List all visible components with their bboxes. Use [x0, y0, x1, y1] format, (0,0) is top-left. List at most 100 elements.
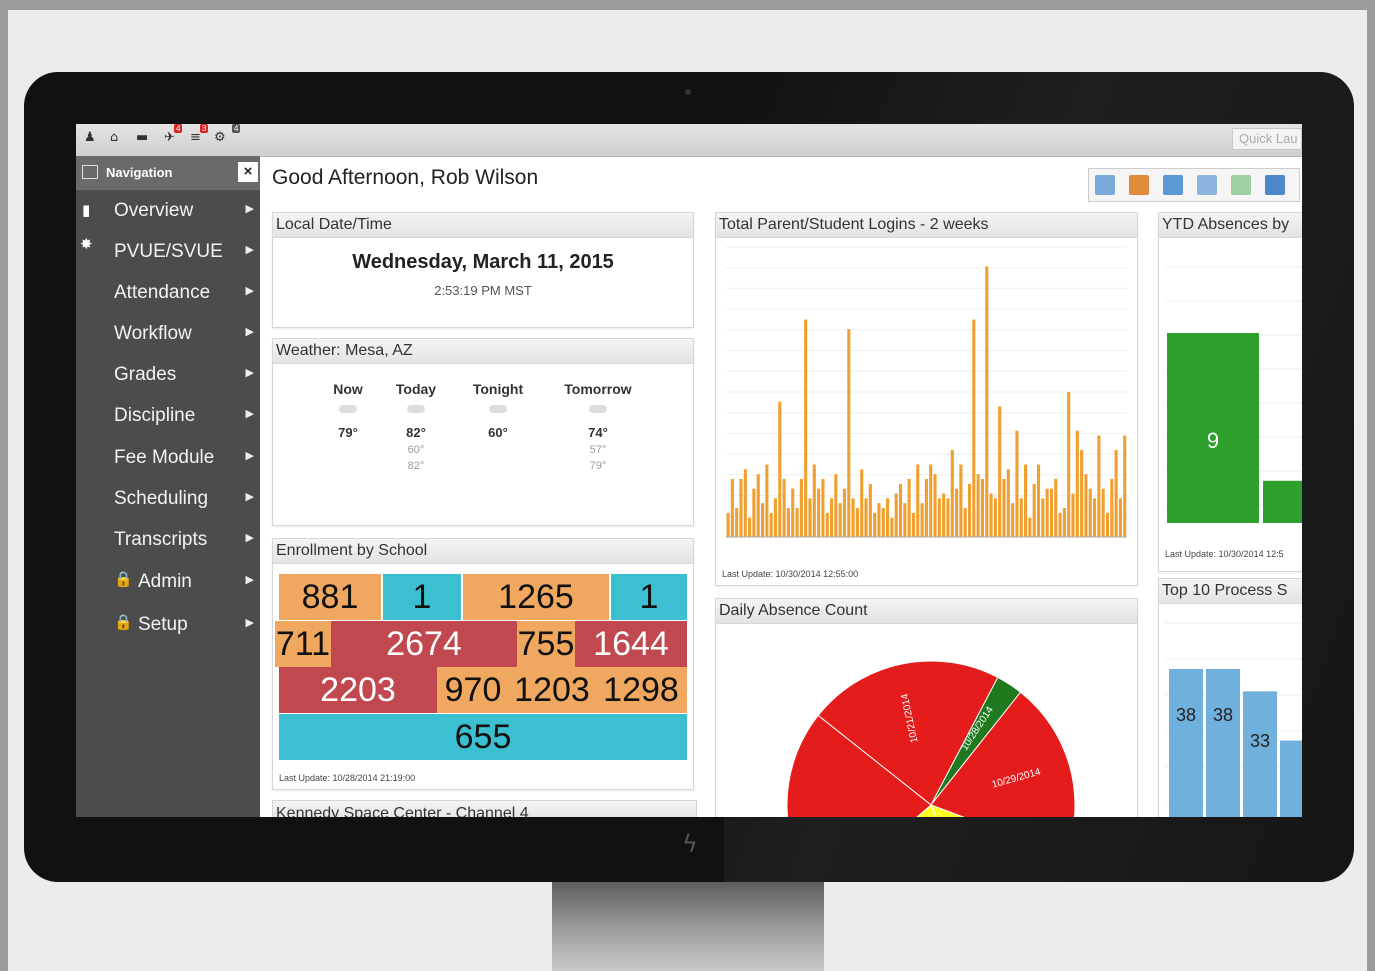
bar[interactable] [1071, 493, 1075, 538]
bar[interactable] [924, 479, 928, 537]
bar[interactable] [864, 498, 868, 537]
bar[interactable] [1093, 498, 1097, 537]
bar[interactable] [838, 503, 842, 537]
treemap-cell[interactable]: 1 [383, 574, 461, 620]
treemap-cell[interactable]: 711 [275, 621, 331, 667]
bar[interactable] [933, 474, 937, 537]
users-icon[interactable] [1129, 175, 1149, 195]
bar[interactable] [769, 512, 773, 537]
sidebar-item-scheduling[interactable]: Scheduling ▶ [76, 480, 260, 518]
bar[interactable] [748, 517, 752, 537]
sidebar-item-attendance[interactable]: Attendance ▶ [76, 274, 260, 312]
bar[interactable] [1032, 483, 1036, 537]
bar[interactable] [756, 474, 760, 537]
bar[interactable] [903, 503, 907, 537]
treemap-cell[interactable]: 881 [279, 574, 381, 620]
bar[interactable] [1024, 464, 1028, 538]
bar[interactable] [1123, 435, 1127, 538]
bar[interactable] [1110, 479, 1114, 537]
bar[interactable] [808, 498, 812, 537]
bar[interactable] [726, 512, 730, 537]
bar[interactable] [1097, 435, 1101, 538]
treemap-cell[interactable]: 970 [437, 667, 509, 713]
bar[interactable] [911, 512, 916, 537]
pin-icon[interactable]: ✈ [164, 130, 175, 145]
chat-icon[interactable]: ▬ [136, 130, 148, 145]
bar[interactable] [916, 464, 920, 538]
treemap-cell[interactable]: 655 [279, 714, 687, 760]
sidebar-item-admin[interactable]: 🔒 Admin ▶ [76, 563, 260, 601]
list-icon[interactable]: ≡ [190, 130, 201, 145]
bar[interactable] [1169, 669, 1203, 817]
sidebar-item-transcripts[interactable]: Transcripts ▶ [76, 521, 260, 559]
bar[interactable] [1006, 469, 1010, 537]
bar[interactable] [993, 498, 997, 537]
bar[interactable] [929, 464, 933, 538]
bar[interactable] [817, 488, 821, 537]
bar[interactable] [834, 474, 838, 537]
bar[interactable] [842, 488, 847, 537]
bar[interactable] [1011, 503, 1015, 537]
bar[interactable] [778, 401, 782, 537]
bar[interactable] [890, 517, 894, 537]
bar[interactable] [894, 493, 898, 538]
bar[interactable] [799, 479, 803, 537]
bar[interactable] [1088, 488, 1092, 537]
bar[interactable] [998, 406, 1002, 538]
user-icon[interactable]: ♟ [84, 130, 96, 145]
treemap-cell[interactable]: 1644 [575, 621, 687, 667]
sidebar-item-workflow[interactable]: Workflow ▶ [76, 315, 260, 353]
bar[interactable] [730, 479, 734, 537]
bar[interactable] [1054, 479, 1058, 537]
bar[interactable] [907, 479, 911, 537]
bar[interactable] [989, 493, 993, 538]
sidebar-item-discipline[interactable]: Discipline ▶ [76, 397, 260, 435]
bar[interactable] [873, 512, 877, 537]
bar[interactable] [920, 503, 924, 537]
group-icon[interactable] [1265, 175, 1285, 195]
bar[interactable] [1075, 430, 1079, 537]
sidebar-item-grades[interactable]: Grades ▶ [76, 356, 260, 394]
bar[interactable] [1105, 512, 1110, 537]
bar[interactable] [980, 479, 985, 537]
bar[interactable] [898, 483, 903, 537]
bar[interactable] [985, 266, 989, 537]
treemap-cell[interactable]: 1 [611, 574, 687, 620]
bar[interactable] [1002, 479, 1006, 537]
bar[interactable] [1019, 498, 1023, 537]
bar[interactable] [877, 503, 881, 537]
sidebar-item-fee-module[interactable]: Fee Module ▶ [76, 439, 260, 477]
bar[interactable] [1114, 450, 1118, 537]
gear-icon[interactable]: ⚙ [214, 130, 226, 145]
calendar-icon[interactable] [1197, 175, 1217, 195]
bar[interactable] [1028, 517, 1032, 537]
bar[interactable] [1080, 450, 1084, 537]
bar[interactable] [1243, 691, 1277, 817]
sidebar-item-setup[interactable]: 🔒 Setup ▶ [76, 606, 260, 644]
bar[interactable] [881, 508, 885, 537]
bar[interactable] [760, 503, 765, 537]
bar[interactable] [1058, 512, 1062, 537]
report-icon[interactable] [1231, 175, 1251, 195]
bar[interactable] [1045, 488, 1049, 537]
bar[interactable] [812, 464, 816, 538]
bar[interactable] [791, 488, 795, 537]
home-icon[interactable]: ⌂ [110, 130, 118, 145]
bar[interactable] [821, 479, 825, 537]
bar[interactable] [950, 450, 954, 537]
bar[interactable] [1206, 669, 1240, 817]
bar[interactable] [963, 508, 967, 537]
bar[interactable] [1280, 740, 1302, 817]
person-icon[interactable] [1163, 175, 1183, 195]
sidebar-item-pvue-svue[interactable]: ✸ PVUE/SVUE ▶ [76, 233, 260, 271]
bar[interactable] [1041, 498, 1045, 537]
bar[interactable] [937, 498, 941, 537]
treemap-cell[interactable]: 2674 [331, 621, 517, 667]
bar[interactable] [868, 483, 872, 537]
bar[interactable] [735, 508, 739, 537]
treemap-cell[interactable]: 1265 [463, 574, 609, 620]
bar[interactable] [886, 498, 890, 537]
bar[interactable] [959, 464, 963, 538]
treemap-cell[interactable]: 755 [517, 621, 575, 667]
bar[interactable] [804, 319, 808, 538]
